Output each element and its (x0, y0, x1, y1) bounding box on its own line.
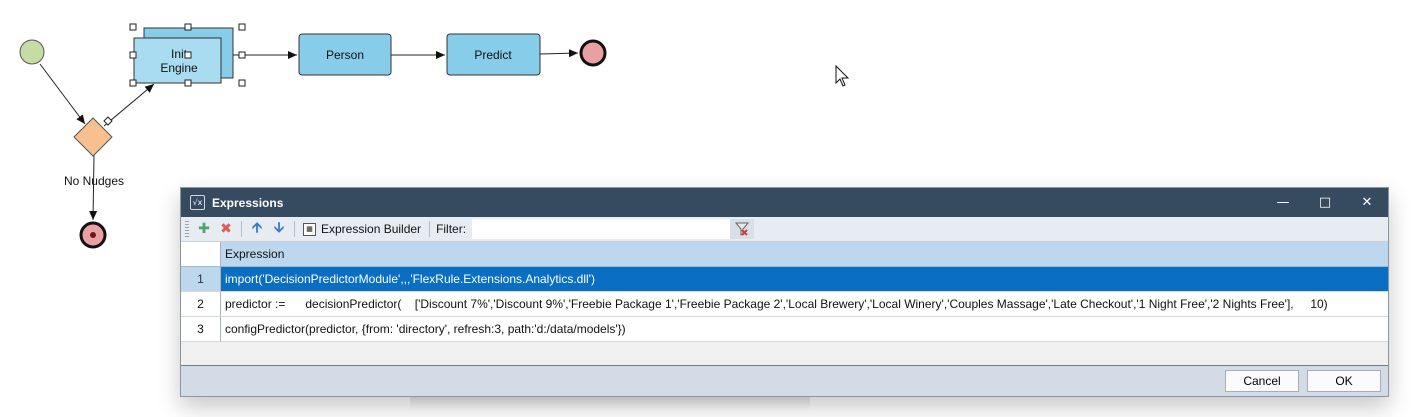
plus-icon: ✚ (198, 221, 210, 237)
filter-label: Filter: (436, 222, 467, 236)
toolbar-grip[interactable] (185, 221, 189, 237)
expression-builder-label: Expression Builder (321, 222, 422, 236)
task-person-label: Person (326, 48, 364, 62)
arrow-down-icon: 🡫 (273, 220, 285, 236)
expression-builder-button[interactable]: ▦ Expression Builder (299, 219, 425, 239)
move-up-button[interactable]: 🡩 (246, 219, 268, 239)
window-controls: — □ ✕ (1262, 188, 1388, 217)
minimize-button[interactable]: — (1262, 188, 1304, 217)
dialog-toolbar: ✚ ✖ 🡩 🡫 ▦ Expression Builder Filter: (181, 217, 1388, 242)
maximize-button[interactable]: □ (1304, 188, 1346, 217)
mouse-cursor-icon (835, 64, 850, 87)
dialog-shadow (410, 396, 810, 410)
arrow-up-icon: 🡩 (251, 220, 263, 236)
expression-cell[interactable]: predictor := decisionPredictor( ['Discou… (221, 292, 1388, 317)
task-predict-label: Predict (474, 48, 512, 62)
task-init-engine-label-line2: Engine (160, 61, 198, 75)
expression-cell[interactable]: import('DecisionPredictorModule',,,'Flex… (221, 267, 1388, 292)
grid-header-row: Expression (181, 242, 1388, 267)
end-event-bottom-dot (90, 232, 96, 238)
row-number[interactable]: 3 (181, 317, 221, 342)
flow-predict-to-end[interactable] (539, 49, 579, 58)
expression-cell[interactable]: configPredictor(predictor, {from: 'direc… (221, 317, 1388, 342)
expression-icon: √x (190, 195, 205, 210)
add-expression-button[interactable]: ✚ (193, 219, 215, 239)
calculator-icon: ▦ (303, 222, 316, 236)
row-number[interactable]: 1 (181, 267, 221, 292)
move-down-button[interactable]: 🡫 (268, 219, 290, 239)
flow-start-to-gateway[interactable] (39, 63, 86, 125)
expressions-dialog: √x Expressions — □ ✕ ✚ ✖ 🡩 🡫 ▦ Expressio… (180, 187, 1389, 397)
filter-input[interactable] (472, 219, 733, 239)
column-header-expression[interactable]: Expression (221, 242, 1388, 267)
task-init-engine[interactable]: Init Engine (133, 27, 234, 84)
ok-button[interactable]: OK (1307, 370, 1381, 392)
row-number[interactable]: 2 (181, 292, 221, 317)
close-button[interactable]: ✕ (1346, 188, 1388, 217)
table-row[interactable]: 1 import('DecisionPredictorModule',,,'Fl… (181, 267, 1388, 292)
delete-expression-button[interactable]: ✖ (215, 219, 237, 239)
expressions-grid: Expression 1 import('DecisionPredictorMo… (181, 242, 1388, 366)
end-event-top[interactable] (579, 39, 607, 67)
table-row[interactable]: 3 configPredictor(predictor, {from: 'dir… (181, 317, 1388, 342)
clear-filter-button[interactable] (730, 219, 755, 239)
toolbar-separator (241, 221, 242, 237)
flow-gateway-to-init[interactable] (103, 83, 155, 127)
dialog-title: Expressions (212, 195, 284, 210)
gateway-label: No Nudges (64, 174, 124, 188)
cancel-button[interactable]: Cancel (1225, 370, 1299, 392)
row-header-corner (181, 242, 221, 267)
toolbar-separator (429, 221, 431, 237)
x-icon: ✖ (220, 221, 232, 237)
dialog-titlebar[interactable]: √x Expressions — □ ✕ (181, 188, 1388, 217)
toolbar-separator (294, 221, 295, 237)
conditional-flow-diamond (103, 116, 113, 126)
dialog-footer: Cancel OK (181, 366, 1388, 396)
start-event[interactable] (19, 39, 45, 65)
clear-filter-icon (735, 222, 750, 236)
table-row[interactable]: 2 predictor := decisionPredictor( ['Disc… (181, 292, 1388, 317)
